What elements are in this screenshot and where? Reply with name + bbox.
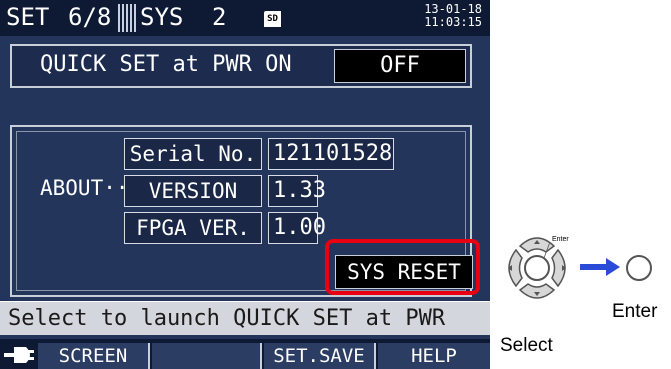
set-save-key[interactable]: SET.SAVE <box>264 343 376 369</box>
time: 11:03:15 <box>424 15 482 29</box>
sys-tab-label: SYS <box>140 3 184 31</box>
set-label: SET <box>6 3 50 31</box>
instrument-screen: SET 6/8 SYS 2 SD 13-01-18 11:03:15 QUICK… <box>0 0 490 369</box>
datetime: 13-01-18 11:03:15 <box>424 3 482 29</box>
status-bar: SET 6/8 SYS 2 SD 13-01-18 11:03:15 <box>0 0 490 36</box>
version-label: VERSION <box>124 175 262 207</box>
quick-set-label: QUICK SET at PWR ON <box>40 52 292 77</box>
tab-separator-icon <box>118 4 138 32</box>
page-indicator: 6/8 <box>68 3 112 31</box>
plug-icon <box>4 347 34 363</box>
sd-card-icon: SD <box>264 11 281 27</box>
serial-label: Serial No. <box>124 138 262 170</box>
dpad-icon: Enter <box>508 236 569 299</box>
arrow-right-icon <box>580 258 620 276</box>
empty-key[interactable] <box>152 343 262 369</box>
quick-set-value[interactable]: OFF <box>334 49 466 83</box>
function-key-bar: SCREEN SET.SAVE HELP <box>0 339 490 369</box>
quick-set-row[interactable]: QUICK SET at PWR ON OFF <box>10 44 472 88</box>
dpad-enter-text: Enter <box>552 236 569 243</box>
screen-key[interactable]: SCREEN <box>38 343 150 369</box>
help-key[interactable]: HELP <box>378 343 490 369</box>
sys-tab-number: 2 <box>212 3 227 31</box>
select-label: Select <box>500 335 553 356</box>
serial-value: 121101528 <box>268 138 394 170</box>
enter-key-icon <box>626 255 652 281</box>
enter-label: Enter <box>612 301 658 322</box>
sys-reset-highlight <box>325 239 480 295</box>
version-value: 1.33 <box>268 175 326 207</box>
help-message: Select to launch QUICK SET at PWR ON. <box>0 301 490 365</box>
fpga-label: FPGA VER. <box>124 212 262 244</box>
fpga-value: 1.00 <box>268 212 326 244</box>
